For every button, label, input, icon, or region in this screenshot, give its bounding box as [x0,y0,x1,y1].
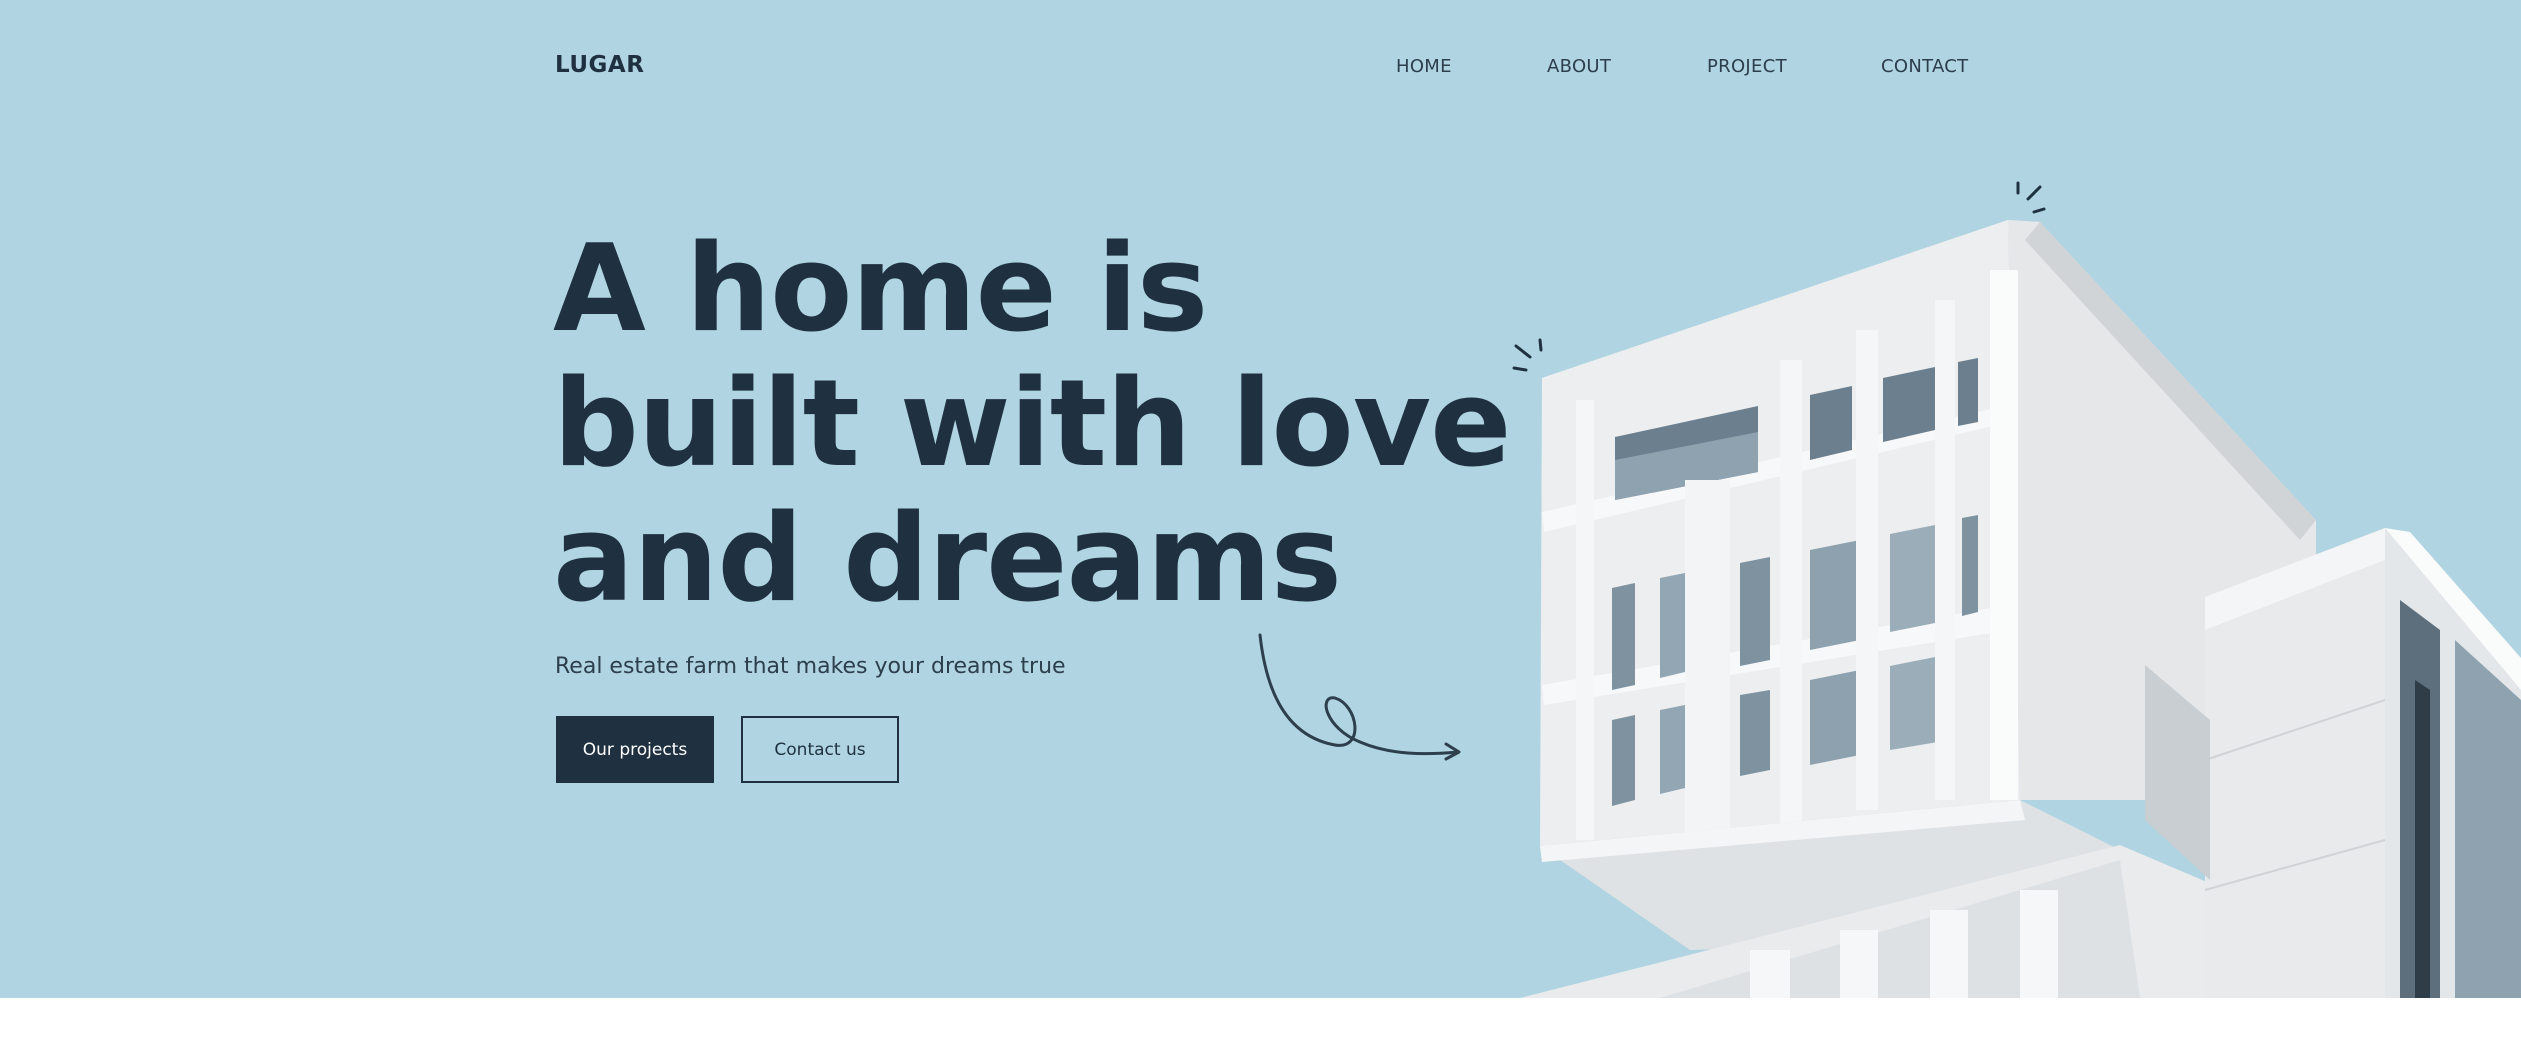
our-projects-button[interactable]: Our projects [556,716,714,783]
hero-headline: A home is built with love and dreams [553,220,1511,629]
nav-about[interactable]: ABOUT [1547,56,1611,77]
building-image [1520,220,2521,998]
hero-subtitle: Real estate farm that makes your dreams … [555,654,1066,679]
headline-line-3: and dreams [553,490,1342,629]
main-nav: HOME ABOUT PROJECT CONTACT [0,56,2521,86]
headline-line-1: A home is [553,220,1208,359]
curly-arrow-icon [1258,633,1461,761]
contact-us-button[interactable]: Contact us [741,716,899,783]
headline-line-2: built with love [553,355,1511,494]
nav-project[interactable]: PROJECT [1707,56,1787,77]
hero-section: LUGAR HOME ABOUT PROJECT CONTACT A home … [0,0,2521,998]
nav-home[interactable]: HOME [1396,56,1452,77]
nav-contact[interactable]: CONTACT [1881,56,1968,77]
